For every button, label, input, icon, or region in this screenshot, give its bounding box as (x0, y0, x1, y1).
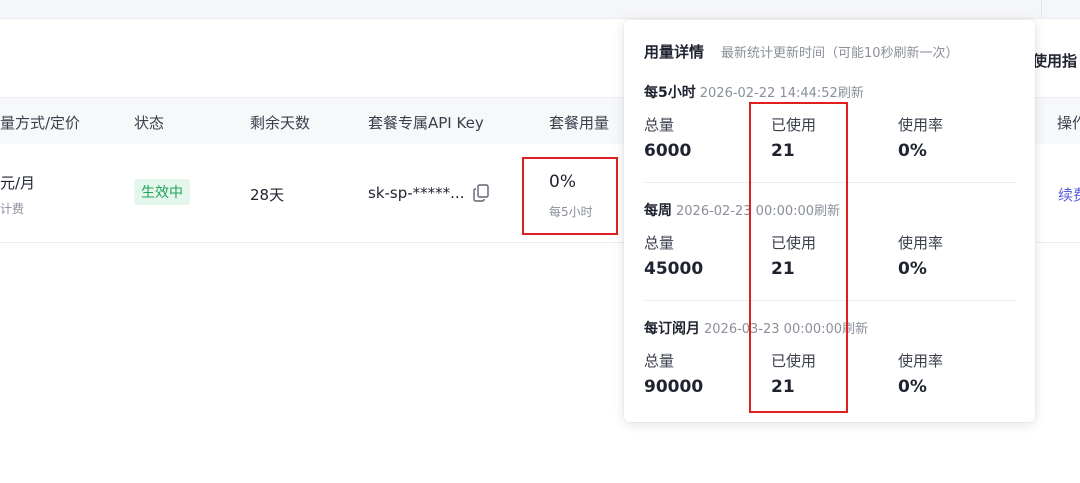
rate-label: 使用率 (898, 234, 944, 252)
api-key-value: sk-sp-*****... (368, 184, 465, 202)
popover-note: 最新统计更新时间（可能10秒刷新一次） (721, 46, 959, 61)
used-column-highlight-box (749, 102, 848, 413)
copy-icon[interactable] (473, 184, 489, 202)
total-value: 90000 (644, 377, 704, 397)
section-refresh-time: 2026-02-22 14:44:52刷新 (699, 86, 864, 101)
top-bar (0, 0, 1080, 19)
billing-type: 计费 (0, 202, 25, 216)
status-badge: 生效中 (134, 179, 190, 205)
price-value: 元/月 (0, 174, 36, 192)
rate-value: 0% (898, 141, 927, 161)
total-label: 总量 (644, 234, 675, 252)
usage-highlight-box (522, 157, 618, 235)
popover-title: 用量详情 (644, 43, 705, 61)
col-status: 状态 (134, 114, 165, 132)
rate-label: 使用率 (898, 116, 944, 134)
usage-guide-link[interactable]: 使用指 (1032, 50, 1077, 71)
col-billing: 量方式/定价 (0, 114, 81, 132)
col-days-left: 剩余天数 (250, 114, 311, 132)
rate-value: 0% (898, 259, 927, 279)
section-name: 每订阅月 (644, 321, 700, 337)
total-label: 总量 (644, 352, 675, 370)
rate-value: 0% (898, 377, 927, 397)
section-name: 每周 (644, 203, 672, 219)
col-usage: 套餐用量 (549, 114, 610, 132)
days-left: 28天 (250, 186, 285, 204)
total-value: 6000 (644, 141, 692, 161)
total-value: 45000 (644, 259, 704, 279)
top-bar-divider (1041, 0, 1042, 18)
section-name: 每5小时 (644, 85, 696, 101)
col-api-key: 套餐专属API Key (368, 114, 484, 132)
renew-link[interactable]: 续费 (1058, 184, 1080, 205)
col-actions: 操作 (1057, 114, 1080, 132)
rate-label: 使用率 (898, 352, 944, 370)
total-label: 总量 (644, 116, 675, 134)
